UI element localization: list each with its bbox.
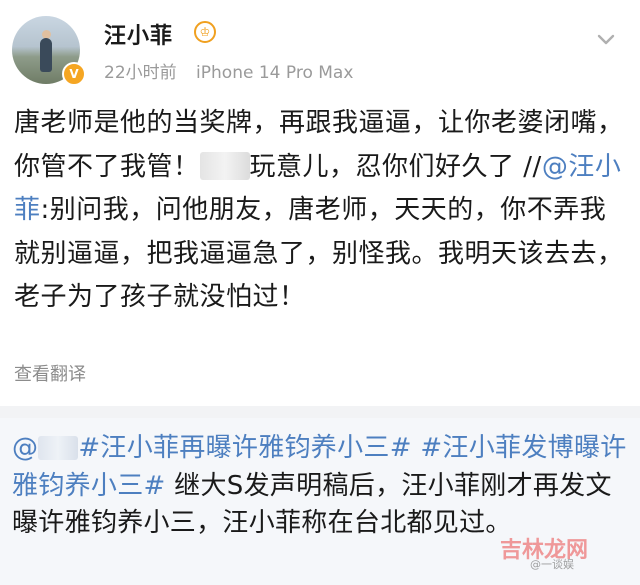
post-device: iPhone 14 Pro Max bbox=[196, 63, 354, 83]
weibo-post: V 汪小菲 ♔ 22小时前 iPhone 14 Pro Max 唐老师是他的当奖… bbox=[0, 0, 640, 406]
post-body: 唐老师是他的当奖牌，再跟我逼逼，让你老婆闭嘴，你管不了我管！ 玩意儿，忍你们好久了… bbox=[14, 102, 629, 320]
post-text-part3: :别问我，问他朋友，唐老师，天天的，你不弄我就别逼逼，把我逼逼急了，别怪我。我明… bbox=[14, 195, 624, 312]
post-time: 22小时前 bbox=[104, 63, 177, 83]
verified-badge-icon: V bbox=[62, 62, 86, 86]
chevron-down-icon[interactable] bbox=[596, 30, 616, 50]
translate-link[interactable]: 查看翻译 bbox=[14, 360, 86, 386]
watermark-sub: @一谈娱 bbox=[530, 558, 574, 571]
quoted-text: @ #汪小菲再曝许雅钧养小三# #汪小菲发博曝许雅钧养小三# 继大S发声明稿后，汪… bbox=[12, 430, 632, 543]
post-meta: 22小时前 iPhone 14 Pro Max bbox=[104, 58, 353, 83]
quote-mention[interactable]: @ bbox=[12, 433, 38, 463]
divider bbox=[0, 406, 640, 418]
hashtag-link[interactable]: #汪小菲再曝许雅钧养小三# bbox=[78, 433, 411, 463]
redacted-blur bbox=[38, 436, 79, 460]
post-text-part2: 玩意儿，忍你们好久了 // bbox=[249, 151, 542, 182]
redacted-blur bbox=[199, 151, 250, 180]
crown-icon: ♔ bbox=[194, 21, 216, 43]
avatar-figure bbox=[40, 38, 52, 72]
author-name[interactable]: 汪小菲 bbox=[104, 18, 173, 50]
